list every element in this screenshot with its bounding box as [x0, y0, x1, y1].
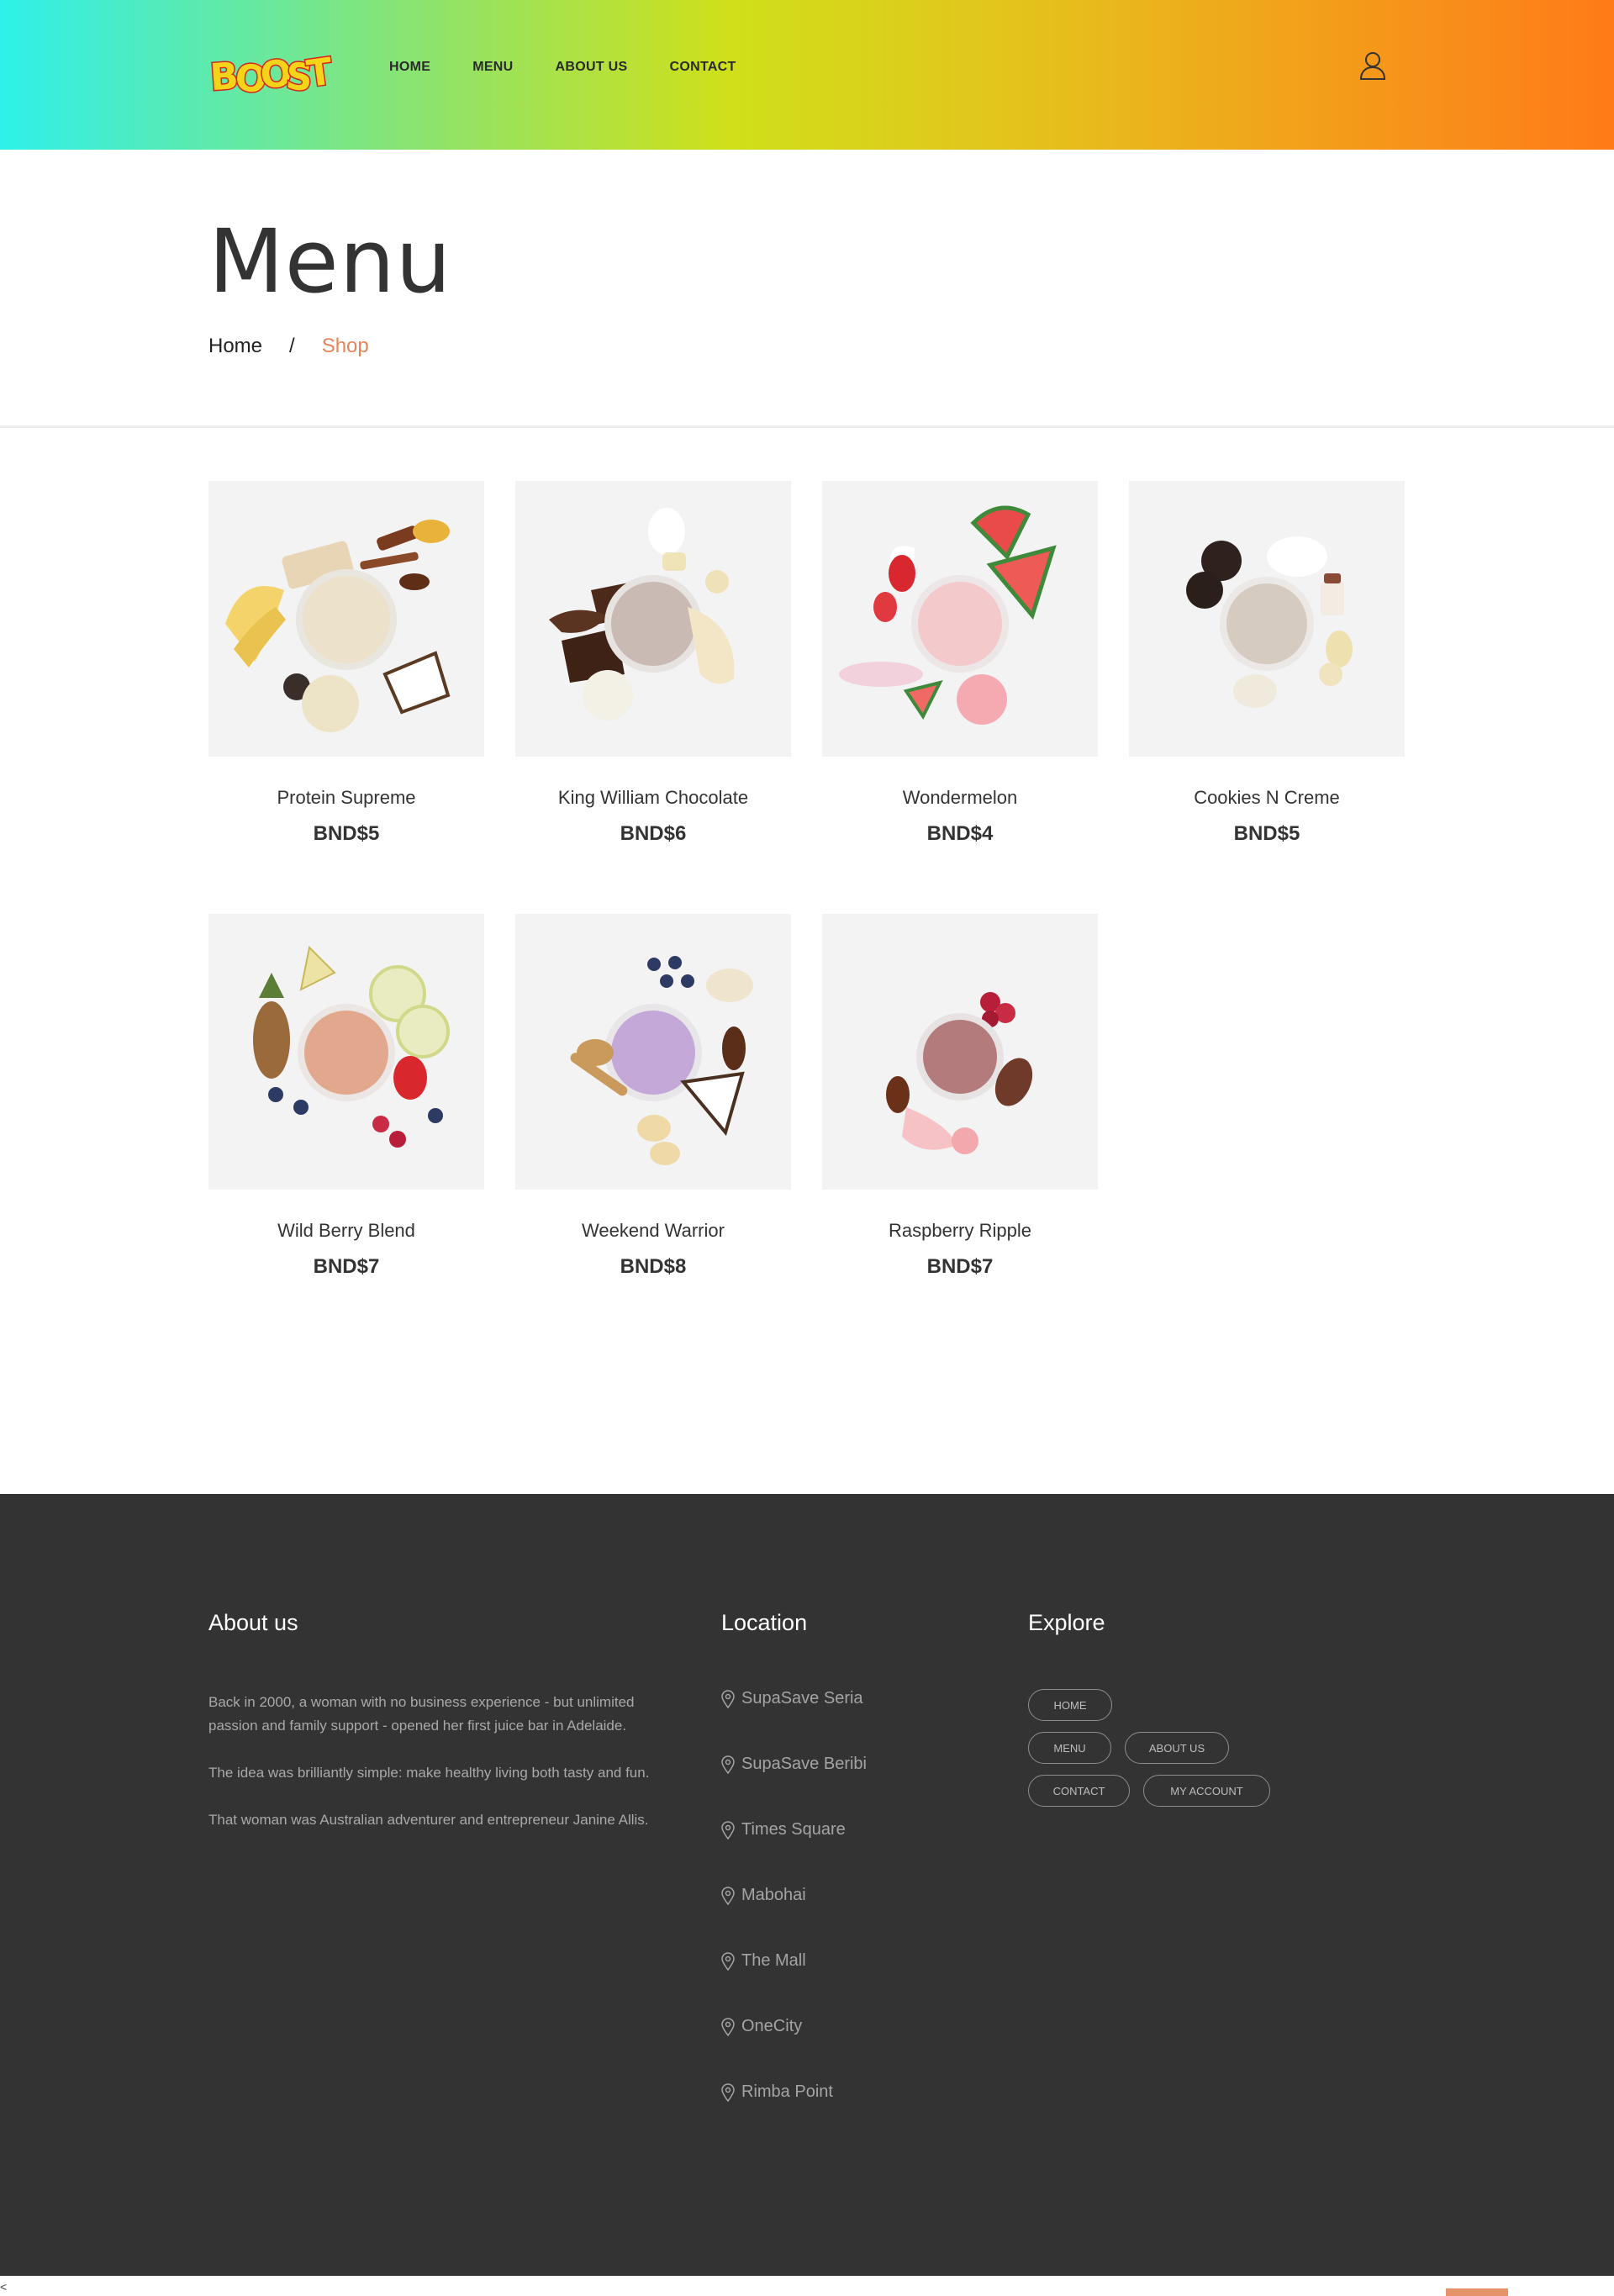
- product-name[interactable]: Wondermelon: [822, 787, 1098, 809]
- product-price: BND$7: [313, 1255, 380, 1278]
- map-pin-icon: [721, 1886, 735, 1905]
- nav-about-us[interactable]: ABOUT US: [556, 60, 628, 75]
- product-name[interactable]: Weekend Warrior: [515, 1220, 791, 1242]
- location-label: Times Square: [741, 1820, 846, 1839]
- product-price: BND$8: [620, 1255, 687, 1278]
- site-header: B O O S T HOME MENU ABOUT US CONTACT: [0, 0, 1614, 150]
- location-item[interactable]: OneCity: [721, 2017, 802, 2036]
- divider: [0, 425, 1614, 428]
- product-name[interactable]: Protein Supreme: [208, 787, 484, 809]
- map-pin-icon: [721, 1755, 735, 1774]
- product-name[interactable]: Wild Berry Blend: [208, 1220, 484, 1242]
- map-pin-icon: [721, 1951, 735, 1971]
- about-paragraph: The idea was brilliantly simple: make he…: [208, 1765, 650, 1781]
- product-image[interactable]: [515, 481, 791, 757]
- breadcrumb-separator: /: [289, 335, 295, 357]
- site-footer: About us Back in 2000, a woman with no b…: [0, 1494, 1614, 2276]
- map-pin-icon: [721, 2017, 735, 2036]
- svg-text:T: T: [304, 52, 335, 96]
- product-price: BND$6: [620, 822, 687, 845]
- product-image[interactable]: [208, 481, 484, 757]
- product-name[interactable]: Raspberry Ripple: [822, 1220, 1098, 1242]
- product-card[interactable]: Protein Supreme BND$5: [208, 481, 484, 846]
- location-label: Mabohai: [741, 1886, 806, 1904]
- product-image[interactable]: [822, 481, 1098, 757]
- product-price: BND$4: [926, 822, 994, 845]
- explore-tag-home[interactable]: HOME: [1028, 1689, 1112, 1721]
- product-card[interactable]: King William Chocolate BND$6: [515, 481, 791, 846]
- location-item[interactable]: Rimba Point: [721, 2082, 833, 2102]
- about-heading: About us: [208, 1610, 298, 1635]
- corner-glyph: <: [0, 2280, 8, 2293]
- nav-contact[interactable]: CONTACT: [669, 60, 736, 75]
- location-item[interactable]: SupaSave Seria: [721, 1689, 863, 1708]
- product-image[interactable]: [515, 914, 791, 1190]
- product-price: BND$5: [313, 822, 380, 845]
- about-paragraph: That woman was Australian adventurer and…: [208, 1812, 649, 1828]
- product-name[interactable]: King William Chocolate: [515, 787, 791, 809]
- user-icon[interactable]: [1358, 50, 1387, 81]
- location-label: SupaSave Seria: [741, 1689, 863, 1707]
- back-to-top-button[interactable]: [1446, 2288, 1508, 2296]
- product-image[interactable]: [208, 914, 484, 1190]
- main-nav: HOME MENU ABOUT US CONTACT: [389, 60, 778, 75]
- product-price: BND$5: [1233, 822, 1300, 845]
- product-card[interactable]: Cookies N Creme BND$5: [1129, 481, 1405, 846]
- product-image[interactable]: [822, 914, 1098, 1190]
- location-item[interactable]: The Mall: [721, 1951, 806, 1971]
- product-image[interactable]: [1129, 481, 1405, 757]
- explore-tag-my-account[interactable]: MY ACCOUNT: [1143, 1775, 1270, 1807]
- nav-menu[interactable]: MENU: [472, 60, 513, 75]
- explore-heading: Explore: [1028, 1610, 1105, 1635]
- map-pin-icon: [721, 1820, 735, 1839]
- product-card[interactable]: Wondermelon BND$4: [822, 481, 1098, 846]
- product-card[interactable]: Raspberry Ripple BND$7: [822, 914, 1098, 1279]
- location-label: The Mall: [741, 1951, 806, 1970]
- breadcrumb-current: Shop: [321, 335, 369, 357]
- map-pin-icon: [721, 1689, 735, 1708]
- breadcrumb: Home / Shop: [208, 335, 369, 358]
- explore-tag-about-us[interactable]: ABOUT US: [1125, 1732, 1229, 1764]
- location-label: OneCity: [741, 2017, 803, 2035]
- map-pin-icon: [721, 2082, 735, 2102]
- about-paragraph: Back in 2000, a woman with no business e…: [208, 1694, 635, 1734]
- product-card[interactable]: Wild Berry Blend BND$7: [208, 914, 484, 1279]
- page-title: Menu: [208, 210, 452, 313]
- location-item[interactable]: Times Square: [721, 1820, 846, 1839]
- bottom-strip: [0, 2276, 1614, 2296]
- product-name[interactable]: Cookies N Creme: [1129, 787, 1405, 809]
- product-card[interactable]: Weekend Warrior BND$8: [515, 914, 791, 1279]
- location-label: SupaSave Beribi: [741, 1755, 867, 1773]
- explore-tag-contact[interactable]: CONTACT: [1028, 1775, 1130, 1807]
- nav-home[interactable]: HOME: [389, 60, 430, 75]
- location-item[interactable]: Mabohai: [721, 1886, 806, 1905]
- boost-logo[interactable]: B O O S T: [208, 52, 335, 99]
- explore-tag-menu[interactable]: MENU: [1028, 1732, 1111, 1764]
- location-label: Rimba Point: [741, 2082, 833, 2101]
- location-item[interactable]: SupaSave Beribi: [721, 1755, 867, 1774]
- location-heading: Location: [721, 1610, 808, 1635]
- product-price: BND$7: [926, 1255, 994, 1278]
- breadcrumb-home[interactable]: Home: [208, 335, 262, 358]
